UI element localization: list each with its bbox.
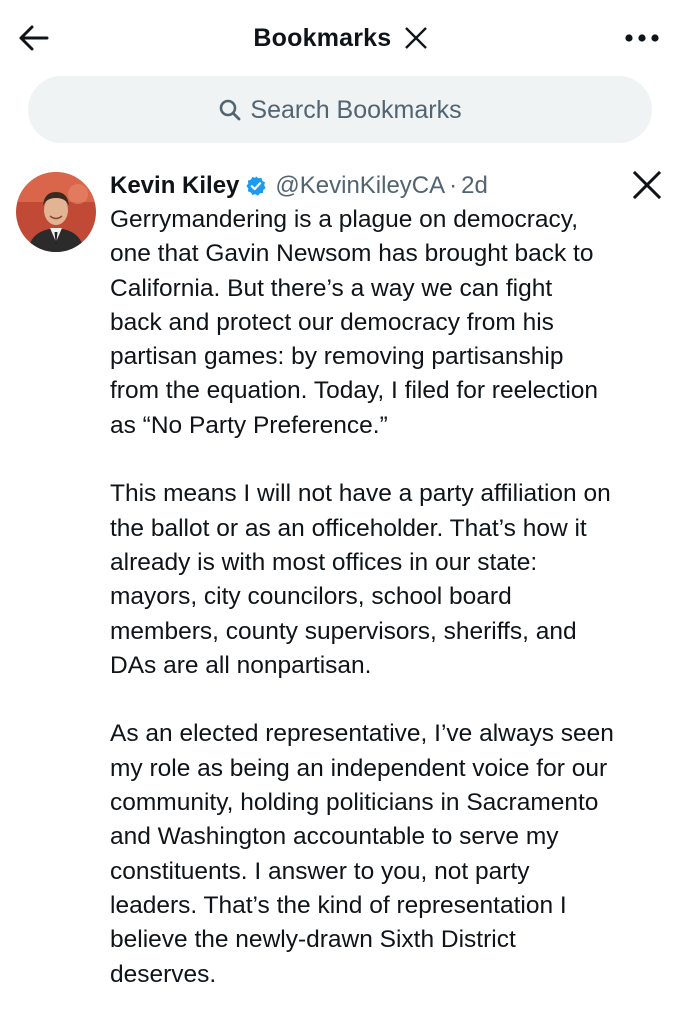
more-dots-icon: [625, 34, 659, 42]
x-logo-icon: [404, 23, 427, 59]
tweet-header: Kevin Kiley @KevinKileyCA · 2d: [110, 169, 488, 203]
verified-badge-icon: [245, 175, 267, 197]
author-name[interactable]: Kevin Kiley: [110, 169, 239, 203]
page-title-group: Bookmarks: [0, 20, 680, 59]
search-bookmarks-field[interactable]: Search Bookmarks: [28, 76, 652, 143]
meta-separator: ·: [449, 172, 458, 199]
x-logo-icon: [632, 170, 662, 200]
top-bar: Bookmarks: [0, 0, 680, 72]
tweet-paragraph: As an elected representative, I’ve alway…: [110, 720, 614, 988]
search-placeholder: Search Bookmarks: [250, 95, 462, 124]
more-options-button[interactable]: [622, 20, 662, 56]
page-title: Bookmarks: [253, 24, 392, 52]
tweet-paragraph: Gerrymandering is a plague on democracy,…: [110, 206, 599, 439]
search-icon: [218, 98, 242, 122]
author-handle[interactable]: @KevinKileyCA: [275, 169, 445, 203]
tweet-text: Gerrymandering is a plague on democracy,…: [110, 203, 670, 992]
tweet-paragraph: This means I will not have a party affil…: [110, 480, 611, 679]
post-time[interactable]: 2d: [461, 169, 488, 203]
avatar[interactable]: [16, 172, 96, 252]
